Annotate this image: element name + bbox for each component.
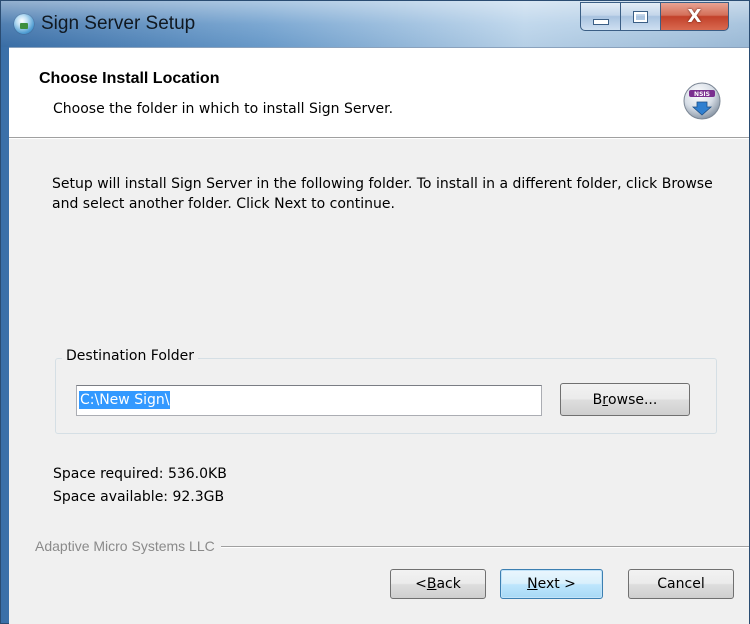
space-available-text: Space available: 92.3GB xyxy=(53,489,225,505)
back-label-post: ack xyxy=(436,576,461,592)
instructions-text: Setup will install Sign Server in the fo… xyxy=(52,176,713,212)
branding-divider xyxy=(220,546,749,548)
minimize-icon xyxy=(592,18,609,25)
setup-window: Sign Server Setup X Choose Install Locat… xyxy=(0,0,750,624)
destination-path-value: C:\New Sign\ xyxy=(79,391,171,409)
back-button[interactable]: < Back xyxy=(390,569,486,599)
branding-row: Adaptive Micro Systems LLC xyxy=(35,538,749,554)
browse-button[interactable]: Br owse... xyxy=(560,383,690,416)
minimize-button[interactable] xyxy=(580,2,620,31)
browse-label-post: owse... xyxy=(608,391,658,408)
installer-app-icon[interactable] xyxy=(14,14,34,34)
destination-path-input[interactable]: C:\New Sign\ xyxy=(76,385,542,416)
dialog-client-area: Choose Install Location Choose the folde… xyxy=(9,47,749,624)
window-title: Sign Server Setup xyxy=(41,13,196,34)
header-divider xyxy=(9,138,749,139)
nsis-logo-icon: NSIS xyxy=(683,82,721,120)
page-subtitle: Choose the folder in which to install Si… xyxy=(53,101,394,117)
back-label-mnemonic: B xyxy=(426,576,437,592)
nsis-logo-text: NSIS xyxy=(694,91,710,98)
page-title: Choose Install Location xyxy=(39,70,220,87)
cancel-button[interactable]: Cancel xyxy=(628,569,734,599)
maximize-button[interactable] xyxy=(620,2,660,31)
back-label-pre: < xyxy=(415,576,427,592)
close-button[interactable]: X xyxy=(660,2,729,31)
space-required-text: Space required: 536.0KB xyxy=(53,466,227,482)
next-label-mnemonic: N xyxy=(527,576,538,592)
next-label-post: ext > xyxy=(537,576,576,592)
close-icon: X xyxy=(687,6,702,27)
destination-folder-label: Destination Folder xyxy=(62,348,199,364)
page-header: Choose Install Location Choose the folde… xyxy=(9,48,749,138)
branding-text: Adaptive Micro Systems LLC xyxy=(35,538,215,554)
caption-buttons: X xyxy=(580,2,729,32)
browse-label-pre: B xyxy=(592,391,603,408)
next-button[interactable]: Next > xyxy=(500,569,603,599)
maximize-icon xyxy=(633,10,648,23)
title-bar[interactable]: Sign Server Setup X xyxy=(1,1,749,47)
